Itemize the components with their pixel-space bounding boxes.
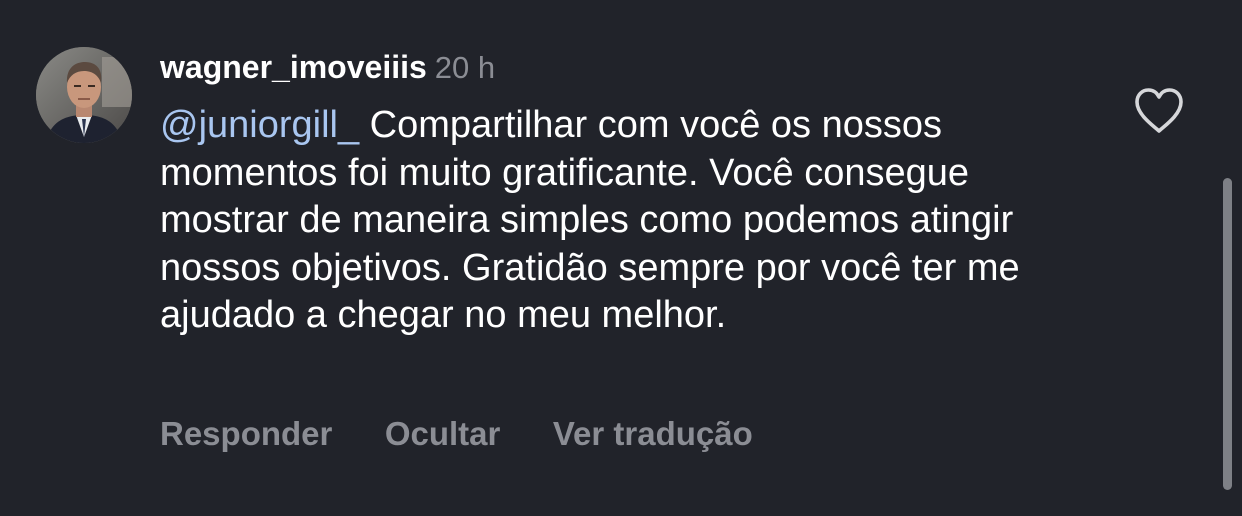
translate-button[interactable]: Ver tradução — [553, 410, 753, 458]
username[interactable]: wagner_imoveiiis — [160, 49, 427, 85]
reply-button[interactable]: Responder — [160, 410, 332, 458]
mention-link[interactable]: @juniorgill_ — [160, 104, 359, 146]
comment-actions: Responder Ocultar Ver tradução — [160, 410, 801, 458]
hide-button[interactable]: Ocultar — [385, 410, 501, 458]
timestamp: 20 h — [434, 50, 496, 85]
heart-outline-icon[interactable] — [1132, 86, 1186, 136]
avatar[interactable] — [36, 47, 132, 143]
comment-header: wagner_imoveiiis 20 h — [160, 47, 495, 87]
scrollbar[interactable] — [1223, 178, 1232, 490]
comment-item: wagner_imoveiiis 20 h @juniorgill_ Compar… — [0, 0, 1242, 516]
avatar-image — [36, 47, 132, 143]
comment-text: @juniorgill_ Compartilhar com você os no… — [160, 102, 1090, 340]
